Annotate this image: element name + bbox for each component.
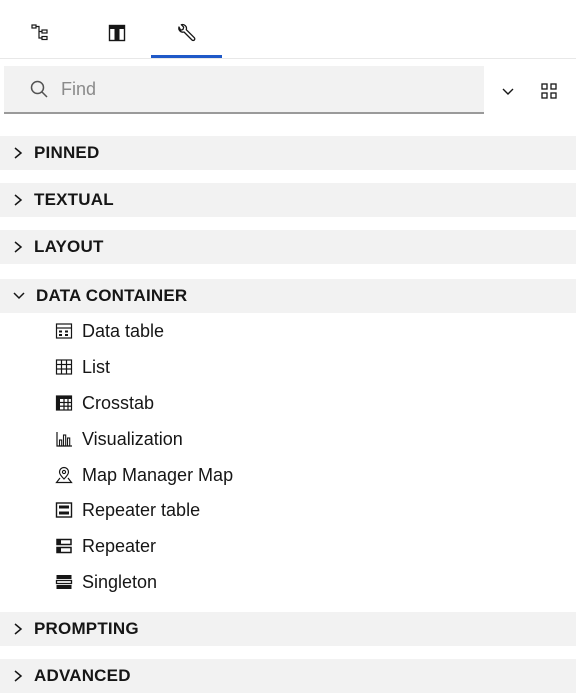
tree-icon — [31, 24, 48, 41]
chevron-down-icon — [13, 292, 25, 300]
search-field — [4, 66, 484, 114]
options-dropdown-button[interactable] — [495, 78, 521, 104]
toolbox-item-label: Visualization — [82, 428, 183, 449]
search-input[interactable] — [61, 78, 441, 100]
toolbox-item-label: Map Manager Map — [82, 464, 234, 485]
category-label: LAYOUT — [34, 237, 104, 256]
chevron-right-icon — [14, 670, 23, 682]
category-label: PINNED — [34, 143, 100, 162]
repeater-table-icon — [55, 502, 73, 518]
category-prompting[interactable]: PROMPTING — [0, 612, 576, 646]
category-label: ADVANCED — [34, 666, 131, 685]
visualization-icon — [56, 432, 72, 447]
category-label: PROMPTING — [34, 619, 139, 638]
chevron-right-icon — [14, 241, 23, 253]
toolbox-item-label: Data table — [82, 320, 165, 341]
chevron-right-icon — [14, 623, 23, 635]
category-label: TEXTUAL — [34, 190, 114, 209]
tab-bar-divider — [0, 58, 576, 59]
toolbox-item-label: Repeater — [82, 535, 157, 556]
wrench-icon — [178, 23, 196, 42]
category-label: DATA CONTAINER — [36, 286, 188, 305]
selected-tab-indicator — [151, 55, 222, 58]
toolbox-item-label: List — [82, 356, 111, 377]
layout-icon — [108, 24, 126, 42]
toolbox-item-repeater-table[interactable]: Repeater table — [54, 495, 200, 525]
chevron-down-icon — [502, 88, 514, 95]
toolbox-item-label: Repeater table — [82, 499, 201, 520]
grid-view-icon — [541, 83, 557, 99]
tab-toolbox[interactable] — [151, 8, 221, 58]
crosstab-icon — [55, 395, 73, 411]
toolbox-item-visualization[interactable]: Visualization — [54, 424, 183, 454]
tab-bar — [0, 0, 576, 60]
tab-layout[interactable] — [82, 8, 152, 58]
category-pinned[interactable]: PINNED — [0, 136, 576, 170]
category-data-container[interactable]: DATA CONTAINER — [0, 279, 576, 313]
toolbox-item-label: Singleton — [82, 571, 158, 592]
toolbox-item-map-manager-map[interactable]: Map Manager Map — [54, 460, 233, 490]
toolbox-item-crosstab[interactable]: Crosstab — [54, 388, 154, 418]
singleton-icon — [55, 575, 73, 589]
search-icon — [30, 80, 48, 98]
map-pin-icon — [55, 466, 73, 484]
list-icon — [55, 359, 73, 375]
category-layout[interactable]: LAYOUT — [0, 230, 576, 264]
grid-view-button[interactable] — [536, 78, 562, 104]
category-textual[interactable]: TEXTUAL — [0, 183, 576, 217]
toolbox-item-singleton[interactable]: Singleton — [54, 567, 157, 597]
data-table-icon — [55, 323, 73, 339]
chevron-right-icon — [14, 194, 23, 206]
toolbox-item-repeater[interactable]: Repeater — [54, 531, 156, 561]
chevron-right-icon — [14, 147, 23, 159]
tab-tree[interactable] — [5, 8, 75, 58]
toolbox-item-label: Crosstab — [82, 392, 155, 413]
toolbox-item-list[interactable]: List — [54, 352, 110, 382]
repeater-icon — [56, 538, 72, 554]
category-advanced[interactable]: ADVANCED — [0, 659, 576, 693]
toolbox-item-data-table[interactable]: Data table — [54, 316, 164, 346]
